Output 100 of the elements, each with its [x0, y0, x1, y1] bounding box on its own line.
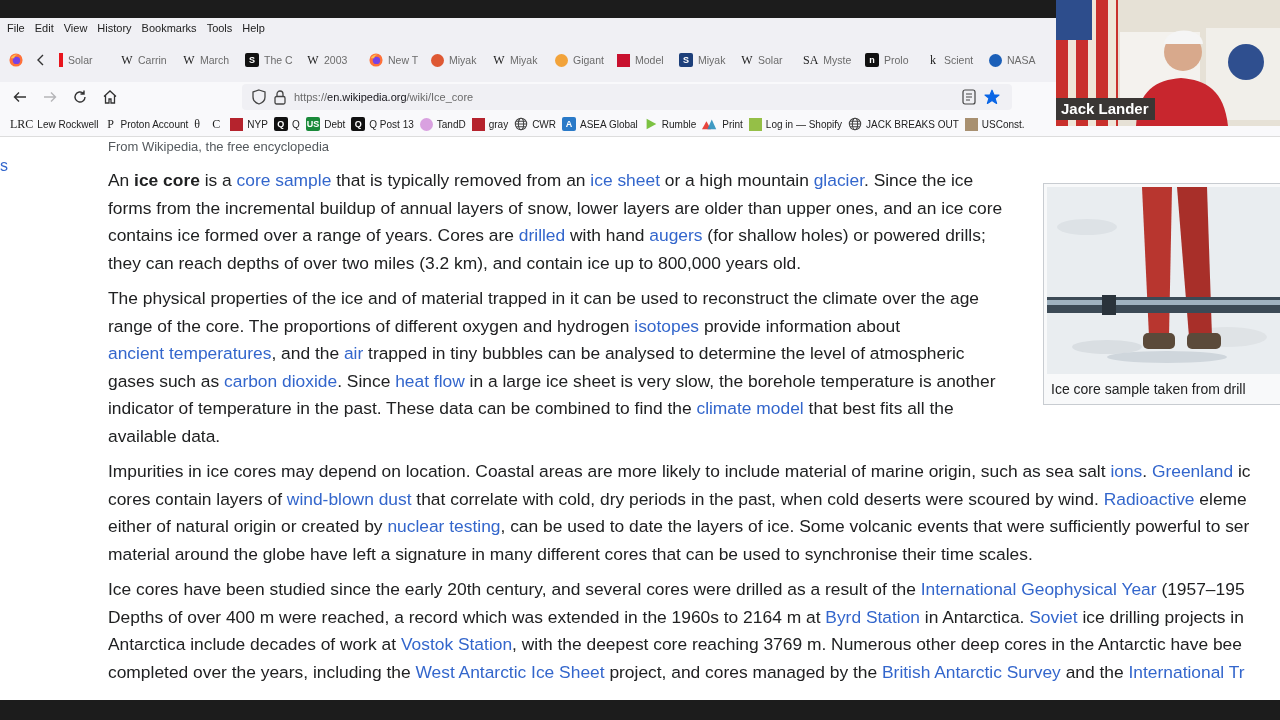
- paragraph: Impurities in ice cores may depend on location. Coastal areas are more likely to include material of marine origin, such as sea salt ions. Greenland ic cores contain layers of wind-blown dust that correlate with cold, dry periods in the past, when cold deserts were scoured by wind. Radioactive eleme either of natural origin or created by nuclear testing, can be used to date the layers of ice. Some volcanic events that were sufficiently powerful to ser material around the globe have left a signature in many different cores that can be used to synchronise their time scales.: [108, 460, 1252, 566]
- link[interactable]: International Tr: [1128, 661, 1245, 682]
- link[interactable]: heat flow: [395, 370, 465, 391]
- tab[interactable]: W Solar: [735, 44, 797, 76]
- tab[interactable]: W Miyak: [487, 44, 549, 76]
- link[interactable]: Byrd Station: [825, 606, 921, 627]
- bookmark[interactable]: Print: [702, 118, 743, 130]
- lock-icon: [274, 89, 286, 105]
- letter-badge-icon: A: [562, 117, 576, 131]
- bookmark[interactable]: Q Q: [273, 117, 300, 131]
- tab[interactable]: Miyak: [425, 44, 487, 76]
- link[interactable]: West Antarctic Ice Sheet: [415, 661, 605, 682]
- link[interactable]: ancient temperatures: [108, 343, 272, 363]
- paragraph: Ice cores have been studied since the early 20th century, and several cores were drilled as a result of the International Geophysical Year (1957–195 Depths of over 400 m were reached, a record which was extended in the 1960s to 2164 m at Byrd Station in Antarctica. Soviet ice drilling projects in Antarctica include decades of work at Vostok Station, with the deepest core reaching 3769 m. Numerous other deep cores in the Antarctic have bee completed over the years, including the West Antarctic Ice Sheet project, and cores managed by the British Antarctic Survey and the International Tr: [108, 578, 1246, 684]
- tab[interactable]: W March: [177, 44, 239, 76]
- triangle-logo-icon: [702, 118, 719, 130]
- link[interactable]: glacier: [813, 170, 864, 190]
- menu-item[interactable]: Bookmarks: [136, 21, 202, 35]
- link[interactable]: Radioactive: [1103, 488, 1195, 509]
- home-icon[interactable]: [102, 89, 118, 105]
- bookmark-star-icon[interactable]: [984, 89, 1000, 105]
- address-bar[interactable]: https://en.wikipedia.org/wiki/Ice_core: [242, 84, 1012, 110]
- tab[interactable]: n Prolo: [859, 44, 921, 76]
- tab[interactable]: S The C: [239, 44, 301, 76]
- link[interactable]: carbon dioxide: [224, 370, 338, 391]
- menu-item[interactable]: Help: [237, 21, 270, 35]
- sidebar-link[interactable]: s: [0, 157, 8, 174]
- letter-icon: LRC: [10, 117, 34, 131]
- menu-item[interactable]: Tools: [201, 21, 238, 35]
- shield-icon: [252, 89, 266, 105]
- globe-icon: [514, 117, 529, 131]
- paragraph: The physical properties of the ice and of material trapped in it can be used to reconstruct the climate over the age range of the core. The proportions of different oxygen and hydrogen isotopes provide information about ancient temperatures, and the air trapped in tiny bubbles can be analysed to determine the level of atmospheric gases such as carbon dioxide. Since heat flow in a large ice sheet is very slow, the borehole temperature is another indicator of temperature in the past. These data can be combined to find the climate model that best fits all the available data.: [108, 287, 997, 448]
- bookmark[interactable]: USConst.: [964, 117, 1025, 131]
- link[interactable]: climate model: [696, 398, 804, 418]
- letter-icon: W: [183, 53, 195, 67]
- tab[interactable]: New T: [363, 44, 425, 76]
- back-icon[interactable]: [12, 89, 28, 105]
- tab[interactable]: SA Myste: [797, 44, 859, 76]
- tab[interactable]: Solar: [53, 44, 115, 76]
- link[interactable]: augers: [649, 225, 703, 245]
- bookmark[interactable]: TandD: [419, 117, 466, 131]
- tab[interactable]: Model: [611, 44, 673, 76]
- tab[interactable]: W 2003: [301, 44, 363, 76]
- link[interactable]: Vostok Station: [400, 634, 513, 654]
- link[interactable]: British Antarctic Survey: [882, 661, 1061, 682]
- link[interactable]: ions: [1110, 461, 1143, 481]
- link[interactable]: air: [343, 343, 364, 363]
- link[interactable]: core sample: [236, 170, 332, 190]
- bookmark[interactable]: Log in — Shopify: [748, 117, 843, 131]
- link[interactable]: drilled: [518, 225, 566, 245]
- link[interactable]: nuclear testing: [387, 516, 501, 536]
- letter-icon: W: [307, 53, 319, 67]
- bookmark[interactable]: gray: [471, 117, 509, 131]
- link[interactable]: Soviet: [1029, 606, 1078, 627]
- letter-badge-icon: Q: [351, 117, 366, 131]
- letter-badge-icon: S: [679, 53, 693, 67]
- reload-icon[interactable]: [72, 89, 88, 105]
- letter-badge-icon: Q: [273, 117, 288, 131]
- tab[interactable]: Gigant: [549, 44, 611, 76]
- bookmark[interactable]: Rumble: [643, 117, 697, 131]
- figure-caption: Ice core sample taken from drill: [1050, 380, 1247, 399]
- tab[interactable]: k Scient: [921, 44, 983, 76]
- letter-badge-icon: US: [305, 117, 321, 131]
- tab[interactable]: NASA: [983, 44, 1045, 76]
- reader-view-icon[interactable]: [962, 89, 976, 105]
- participant-name: Jack Lander: [1056, 98, 1155, 120]
- link[interactable]: ice sheet: [590, 170, 660, 190]
- link[interactable]: Greenland: [1151, 461, 1234, 481]
- globe-icon: [848, 117, 863, 131]
- letter-icon: k: [927, 53, 939, 67]
- menu-item[interactable]: File: [2, 21, 30, 35]
- bookmark[interactable]: A ASEA Global: [562, 117, 638, 131]
- bookmark[interactable]: Q Q Post 13: [351, 117, 414, 131]
- bookmark[interactable]: CWR: [514, 117, 556, 131]
- bookmark[interactable]: P Proton Account: [104, 117, 189, 131]
- tab[interactable]: S Miyak: [673, 44, 735, 76]
- letter-icon: SA: [803, 53, 819, 67]
- letter-icon: P: [104, 117, 117, 131]
- bookmark[interactable]: US Debt: [305, 117, 346, 131]
- bookmark[interactable]: θ: [194, 117, 207, 131]
- browser-logo-icon: [369, 53, 383, 67]
- link[interactable]: wind-blown dust: [286, 488, 412, 509]
- menu-item[interactable]: History: [92, 21, 137, 35]
- bookmark[interactable]: C: [212, 117, 225, 131]
- tab[interactable]: W Carrin: [115, 44, 177, 76]
- url-text: https://en.wikipedia.org/wiki/Ice_core: [294, 91, 474, 103]
- bookmark[interactable]: LRC Lew Rockwell: [10, 117, 99, 131]
- menu-item[interactable]: Edit: [29, 21, 59, 35]
- link[interactable]: isotopes: [634, 315, 700, 336]
- link[interactable]: International Geophysical Year: [920, 579, 1157, 599]
- bookmark[interactable]: NYP: [230, 117, 268, 131]
- letter-icon: W: [493, 53, 505, 67]
- bookmark[interactable]: JACK BREAKS OUT: [848, 117, 959, 131]
- menu-item[interactable]: View: [58, 21, 93, 35]
- subtitle: From Wikipedia, the free encyclopedia: [108, 139, 331, 155]
- browser-logo-icon: [9, 53, 23, 67]
- letter-icon: W: [121, 53, 133, 67]
- paragraph: An ice core is a core sample that is typically removed from an ice sheet or a high mountain glacier. Since the ice forms from the incremental buildup of annual layers of snow, lower layers are older than upper ones, and an ice core contains ice formed over a range of years. Cores are drilled with hand augers (for shallow holes) or powered drills; they can reach depths of over two miles (3.2 km), and contain ice up to 800,000 years old.: [108, 169, 1004, 275]
- letter-badge-icon: n: [865, 53, 879, 67]
- letter-icon: W: [741, 53, 753, 67]
